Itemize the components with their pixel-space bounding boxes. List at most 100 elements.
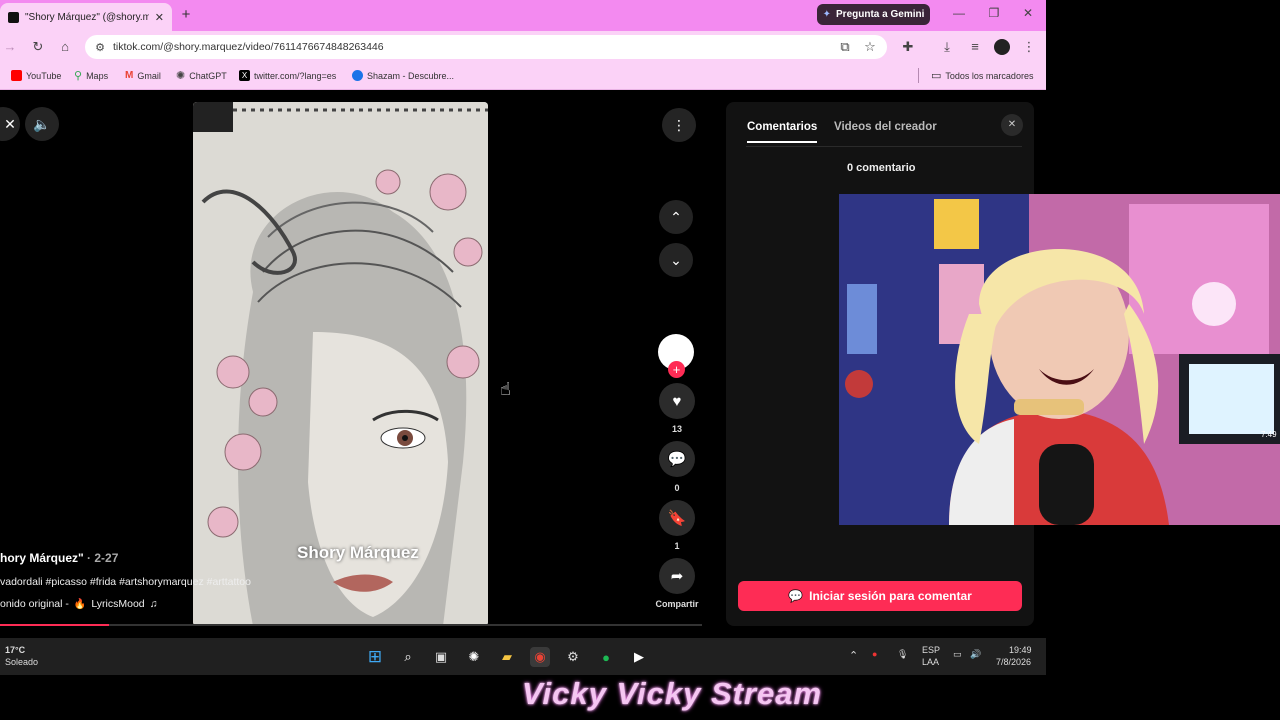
tray-overflow-chevron-icon[interactable]: ⌃	[849, 649, 858, 662]
start-windows-icon[interactable]: ⊞	[365, 647, 385, 667]
media-player-icon[interactable]: ▶	[629, 647, 649, 667]
volume-icon[interactable]: 🔊	[970, 649, 981, 660]
tab-comments[interactable]: Comentarios	[747, 121, 818, 143]
gmail-icon: M	[125, 70, 134, 81]
author-name: hory Márquez"	[0, 551, 84, 565]
tab-creator-videos[interactable]: Videos del creador	[834, 121, 937, 133]
share-button[interactable]: ➦	[659, 558, 695, 594]
bookmark-label: twitter.com/?lang=es	[254, 70, 337, 81]
youtube-icon	[11, 70, 22, 81]
x-logo-icon: X	[239, 70, 250, 81]
login-button-label: Iniciar sesión para comentar	[809, 589, 972, 603]
clock-time[interactable]: 19:49	[1009, 645, 1032, 655]
gemini-sparkle-icon: ✦	[822, 9, 832, 20]
bookmark-label: YouTube	[26, 70, 62, 81]
microphone-icon[interactable]: 🎙	[897, 649, 908, 660]
like-button[interactable]: ♥	[659, 383, 695, 419]
settings-app-icon[interactable]: ⚙	[563, 647, 583, 667]
forward-icon[interactable]: →	[2, 39, 18, 55]
bookmark-label: Maps	[86, 70, 109, 81]
maximize-button[interactable]: ❐	[985, 6, 1003, 20]
maps-pin-icon: ⚲	[74, 70, 83, 82]
like-count: 13	[671, 424, 682, 434]
chatgpt-app-icon[interactable]: ✺	[464, 647, 484, 667]
minimize-button[interactable]: —	[950, 6, 968, 20]
comment-bubble-icon: 💬	[667, 451, 687, 468]
gemini-button[interactable]: ✦ Pregunta a Gemini	[817, 4, 930, 25]
bookmark-twitter[interactable]: X twitter.com/?lang=es	[239, 69, 336, 82]
previous-video-button[interactable]: ⌃	[659, 200, 693, 234]
video-author[interactable]: hory Márquez" · 2-27	[0, 551, 118, 565]
comment-button[interactable]: 💬	[659, 441, 695, 477]
file-explorer-icon[interactable]: ▰	[497, 647, 517, 667]
chevron-up-icon: ⌃	[670, 208, 682, 225]
network-icon[interactable]: ▭	[953, 649, 962, 660]
webcam-overlay: 7:49	[839, 194, 1280, 525]
home-icon[interactable]: ⌂	[57, 39, 73, 55]
windows-taskbar	[0, 638, 1046, 675]
sound-label: onido original -	[0, 598, 69, 610]
new-tab-button[interactable]: +	[178, 7, 194, 23]
spotify-icon[interactable]: ●	[596, 647, 616, 667]
kebab-menu-icon: ⋮	[672, 116, 686, 133]
all-bookmarks[interactable]: ▭ Todos los marcadores	[931, 69, 1033, 82]
media-control-icon[interactable]: ≡	[967, 39, 983, 55]
save-count: 1	[674, 541, 680, 551]
save-button[interactable]: 🔖	[659, 500, 695, 536]
tab-title: "Shory Márquez" (@shory.marq	[25, 11, 149, 23]
bookmark-shazam[interactable]: Shazam - Descubre...	[352, 69, 454, 82]
bookmarks-divider	[918, 68, 919, 83]
weather-temperature[interactable]: 17°C	[5, 645, 25, 655]
bookmark-label: Shazam - Descubre...	[367, 70, 455, 81]
chrome-icon[interactable]: ◉	[530, 647, 550, 667]
weather-description: Soleado	[5, 657, 39, 667]
follow-plus-icon[interactable]: +	[668, 361, 685, 378]
bookmark-label: Gmail	[137, 70, 161, 81]
download-icon[interactable]: ⤓	[939, 39, 955, 55]
shazam-icon	[352, 70, 363, 81]
language-top[interactable]: ESP	[922, 645, 940, 655]
bookmark-label: ChatGPT	[189, 70, 227, 81]
music-note-icon: ♫	[149, 598, 158, 610]
profile-avatar[interactable]	[994, 39, 1010, 55]
close-tab-icon[interactable]: ✕	[155, 11, 164, 24]
tiktok-favicon-icon	[8, 11, 19, 23]
more-options-button[interactable]: ⋮	[662, 108, 696, 142]
browser-tab[interactable]: "Shory Márquez" (@shory.marq ✕	[0, 3, 172, 31]
task-view-icon[interactable]: ▣	[431, 647, 451, 667]
search-icon[interactable]: ⌕	[398, 647, 418, 667]
webcam-feed-image: 7:49	[839, 194, 1280, 525]
close-window-button[interactable]: ✕	[1019, 6, 1037, 20]
bookmark-chatgpt[interactable]: ✺ ChatGPT	[176, 69, 227, 82]
next-video-button[interactable]: ⌄	[659, 243, 693, 277]
comment-count-text: 0 comentario	[847, 162, 916, 174]
mouse-cursor-icon: ☝	[500, 379, 511, 399]
install-app-icon[interactable]: ⧉	[837, 39, 853, 55]
menu-icon[interactable]: ⋮	[1021, 39, 1037, 55]
video-progress-bar[interactable]	[0, 624, 702, 626]
video-watermark: Shory Márquez	[297, 543, 419, 562]
share-label: Compartir	[655, 599, 699, 609]
video-sound[interactable]: onido original - 🔥 LyricsMood ♫	[0, 598, 158, 610]
close-icon: ✕	[4, 115, 16, 132]
sound-artist: LyricsMood	[91, 598, 145, 610]
url-text: tiktok.com/@shory.marquez/video/76114766…	[113, 41, 384, 53]
bookmark-gmail[interactable]: M Gmail	[125, 69, 161, 82]
language-bottom: LAA	[922, 657, 940, 667]
gemini-label: Pregunta a Gemini	[836, 9, 925, 20]
login-to-comment-button[interactable]: 💬 Iniciar sesión para comentar	[738, 581, 1022, 611]
mute-button[interactable]: 🔈	[25, 107, 59, 141]
bookmark-maps[interactable]: ⚲ Maps	[74, 69, 108, 82]
site-info-icon[interactable]: ⚙	[92, 40, 108, 56]
extensions-icon[interactable]: ✚	[900, 39, 916, 55]
post-date: · 2-27	[83, 551, 119, 565]
stream-name-overlay: Vicky Vicky Stream	[522, 676, 823, 711]
bookmark-star-icon[interactable]: ☆	[862, 39, 878, 55]
tray-app-icon[interactable]: ●	[872, 649, 877, 659]
bookmark-youtube[interactable]: YouTube	[11, 69, 61, 82]
share-arrow-icon: ➦	[670, 568, 684, 585]
reload-icon[interactable]: ↻	[30, 39, 46, 55]
panel-divider	[746, 146, 1022, 147]
video-description: vadordali #picasso #frida #artshorymarqu…	[0, 576, 251, 588]
close-panel-button[interactable]: ✕	[1001, 114, 1023, 136]
